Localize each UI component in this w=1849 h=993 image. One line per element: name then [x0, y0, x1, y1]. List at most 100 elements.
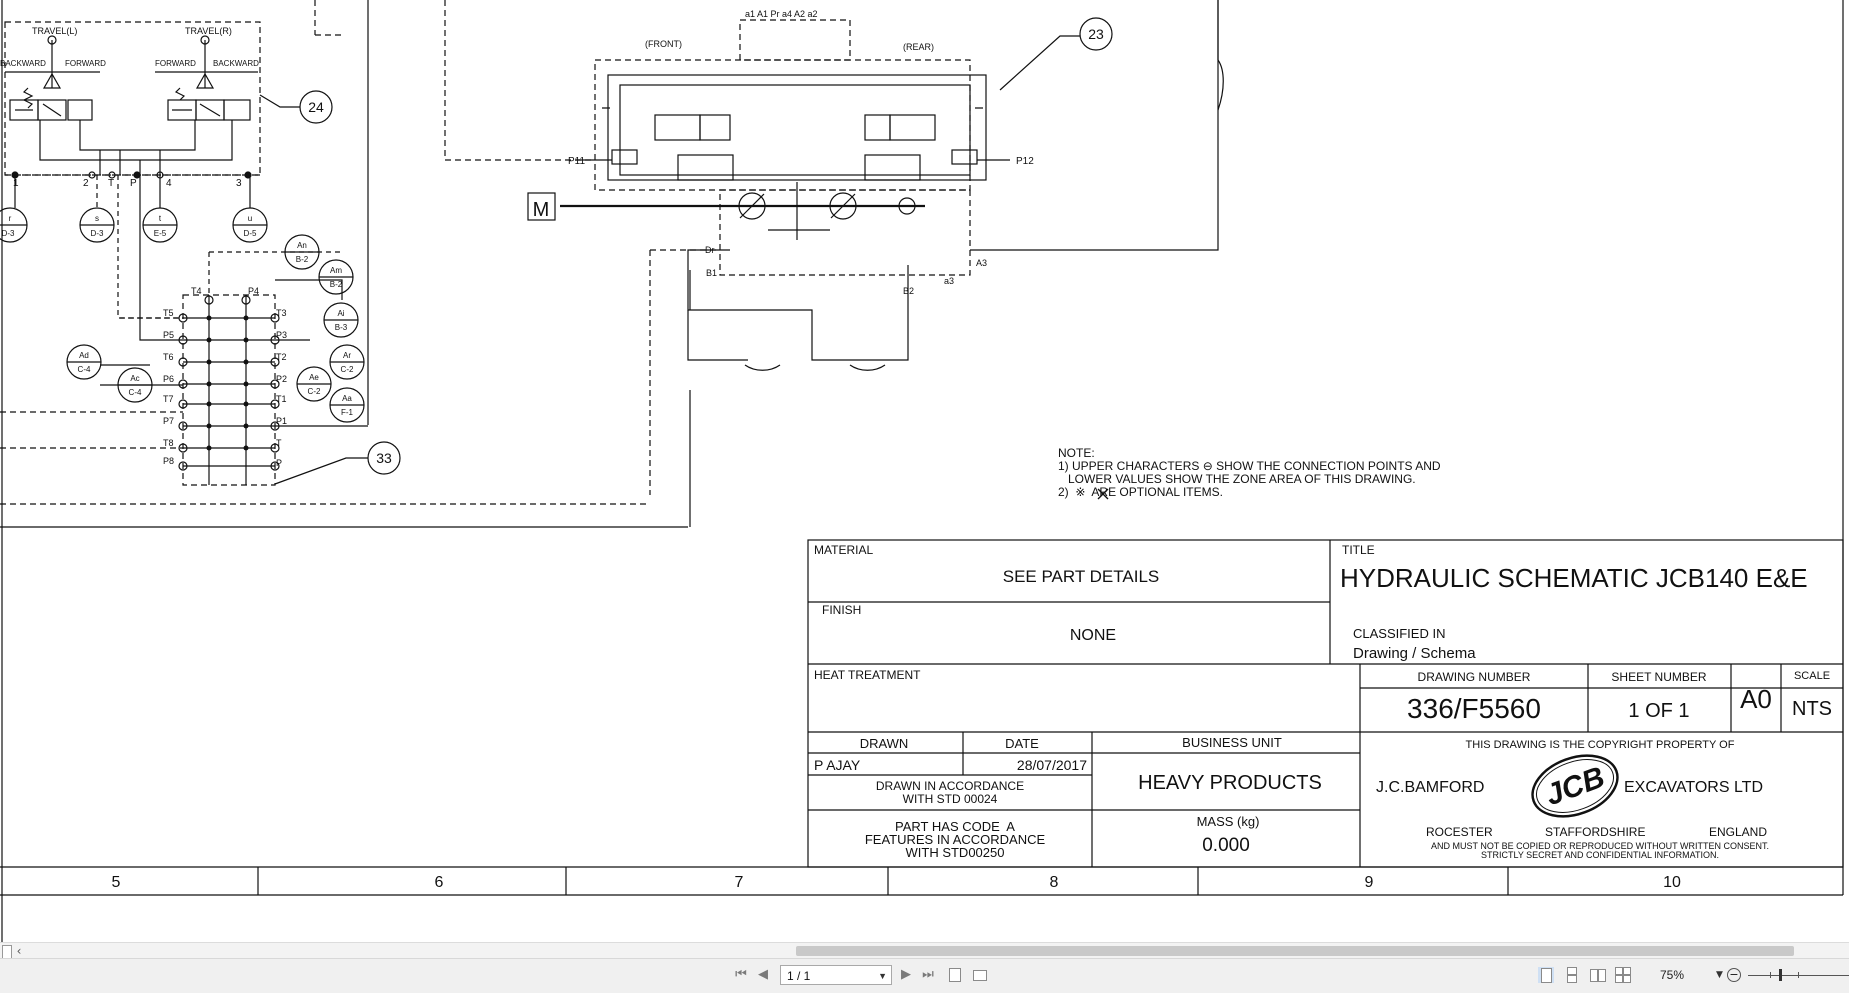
drawn-label: DRAWN	[860, 736, 909, 751]
manifold-port-label: P2	[276, 374, 287, 384]
company-name-right: EXCAVATORS LTD	[1624, 779, 1763, 796]
page-number-input[interactable]: 1 / 1 ▼	[780, 965, 892, 985]
manifold-port-label: P5	[163, 330, 174, 340]
manifold-port-label: P4	[248, 286, 259, 296]
zoom-level[interactable]: 75%	[1660, 967, 1712, 983]
fit-width-icon[interactable]	[972, 967, 988, 983]
copyright-line: STRICTLY SECRET AND CONFIDENTIAL INFORMA…	[1481, 850, 1719, 860]
two-page-continuous-view-icon[interactable]	[1615, 967, 1631, 983]
zoom-out-icon[interactable]: −	[1727, 968, 1741, 982]
travel-right-label: TRAVEL(R)	[185, 26, 232, 36]
viewer-status-bar: ⏮ ◀ 1 / 1 ▼ ▶ ⏭ 75% ▼ −	[0, 958, 1849, 993]
pedal-port-1: 1	[13, 178, 19, 189]
zone-circle-bottom: E-5	[154, 229, 167, 238]
rear-label: (REAR)	[903, 42, 934, 52]
heat-treatment-label: HEAT TREATMENT	[814, 668, 921, 682]
zone-number: 8	[1050, 874, 1059, 891]
port-a3-label: A3	[976, 258, 987, 268]
zone-circle-top: Ar	[343, 351, 351, 360]
port-b1-label: B1	[706, 268, 717, 278]
zone-circle-bottom: C-2	[308, 387, 321, 396]
callout-23: 23	[1088, 26, 1104, 42]
zone-circle-top: An	[297, 241, 307, 250]
note-title: NOTE:	[1058, 446, 1095, 460]
zone-circle-top: u	[248, 214, 252, 223]
callout-24: 24	[308, 99, 324, 115]
location-right: ENGLAND	[1709, 825, 1767, 839]
backward-right-label: BACKWARD	[213, 59, 259, 68]
page-indicator: 1 / 1	[787, 969, 811, 983]
zoom-dropdown-icon[interactable]: ▼	[1716, 967, 1723, 983]
next-page-icon[interactable]: ▶	[897, 966, 915, 984]
zone-circle-top: Ae	[309, 373, 319, 382]
part-code-line: WITH STD00250	[906, 845, 1005, 860]
material-label: MATERIAL	[814, 543, 873, 557]
drawn-by-value: P AJAY	[814, 757, 861, 773]
horizontal-scrollbar[interactable]: ‹	[0, 942, 1849, 959]
note-line: 2) ※ ARE OPTIONAL ITEMS.	[1058, 485, 1223, 499]
port-dr-label: Dr	[705, 245, 715, 255]
zone-number: 7	[735, 874, 744, 891]
manifold-port-label: P7	[163, 416, 174, 426]
prev-page-icon[interactable]: ◀	[754, 966, 772, 984]
port-a3-lower-label: a3	[944, 276, 954, 286]
port-p11-label: P11	[568, 156, 585, 167]
manifold-port-label: T	[276, 438, 282, 448]
port-b2-label: B2	[903, 286, 914, 296]
forward-right-label: FORWARD	[155, 59, 196, 68]
zoom-slider-tick	[1770, 972, 1771, 978]
zone-circle-top: r	[9, 214, 12, 223]
zone-circle-top: Aa	[342, 394, 352, 403]
zone-circle-bottom: B-3	[335, 323, 348, 332]
zone-circle-bottom: B-2	[330, 280, 343, 289]
first-page-icon[interactable]: ⏮	[732, 966, 750, 984]
copyright-line: THIS DRAWING IS THE COPYRIGHT PROPERTY O…	[1466, 739, 1735, 751]
zone-number: 6	[435, 874, 444, 891]
finish-label: FINISH	[822, 603, 861, 617]
two-page-view-icon[interactable]	[1590, 967, 1606, 983]
fit-page-icon[interactable]	[947, 967, 963, 983]
scroll-left-arrow-icon[interactable]: ‹	[10, 943, 28, 959]
zone-circle-top: Ac	[130, 374, 139, 383]
motor-label: M	[533, 199, 550, 221]
manifold-port-label: P6	[163, 374, 174, 384]
pedal-port-t: T	[108, 178, 114, 189]
pedal-port-3: 3	[236, 178, 242, 189]
continuous-view-icon[interactable]	[1563, 967, 1579, 983]
front-label: (FRONT)	[645, 39, 682, 49]
manifold-port-label: T1	[276, 394, 287, 404]
last-page-icon[interactable]: ⏭	[919, 966, 937, 984]
horizontal-scrollbar-thumb[interactable]	[796, 946, 1794, 956]
date-value: 28/07/2017	[1017, 757, 1087, 773]
scale-label: SCALE	[1794, 670, 1830, 682]
single-page-view-icon[interactable]	[1538, 967, 1554, 983]
zone-circle-bottom: D-3	[91, 229, 104, 238]
zone-circle-bottom: F-1	[341, 408, 354, 417]
page-dropdown-icon[interactable]: ▼	[878, 966, 887, 986]
drawing-number-label: DRAWING NUMBER	[1418, 670, 1531, 684]
manifold-port-label: P8	[163, 456, 174, 466]
business-unit-label: BUSINESS UNIT	[1182, 735, 1282, 750]
material-value: SEE PART DETAILS	[1003, 567, 1160, 586]
drawing-title: HYDRAULIC SCHEMATIC JCB140 E&E	[1340, 563, 1808, 593]
manifold-port-label: P	[276, 458, 282, 468]
manifold-port-label: T3	[276, 308, 287, 318]
location-mid: STAFFORDSHIRE	[1545, 825, 1645, 839]
company-name-left: J.C.BAMFORD	[1376, 779, 1484, 796]
zone-circle-top: s	[95, 214, 99, 223]
manifold-port-label: T7	[163, 394, 174, 404]
zoom-slider-tick	[1798, 972, 1799, 978]
manifold-port-label: T6	[163, 352, 174, 362]
drawn-std-line: DRAWN IN ACCORDANCE	[876, 779, 1024, 793]
zone-circle-top: Ad	[79, 351, 89, 360]
zone-circle-top: Ai	[337, 309, 344, 318]
zoom-slider-thumb[interactable]	[1779, 969, 1782, 981]
mass-label: MASS (kg)	[1197, 814, 1260, 829]
top-port-labels: a1 A1 Pr a4 A2 a2	[745, 9, 818, 19]
zone-circle-top: Am	[330, 266, 342, 275]
drawing-number-value: 336/F5560	[1407, 693, 1541, 724]
note-line: LOWER VALUES SHOW THE ZONE AREA OF THIS …	[1058, 472, 1416, 486]
scale-value: NTS	[1792, 698, 1832, 720]
pedal-port-4: 4	[166, 178, 172, 189]
business-unit-value: HEAVY PRODUCTS	[1138, 772, 1322, 794]
